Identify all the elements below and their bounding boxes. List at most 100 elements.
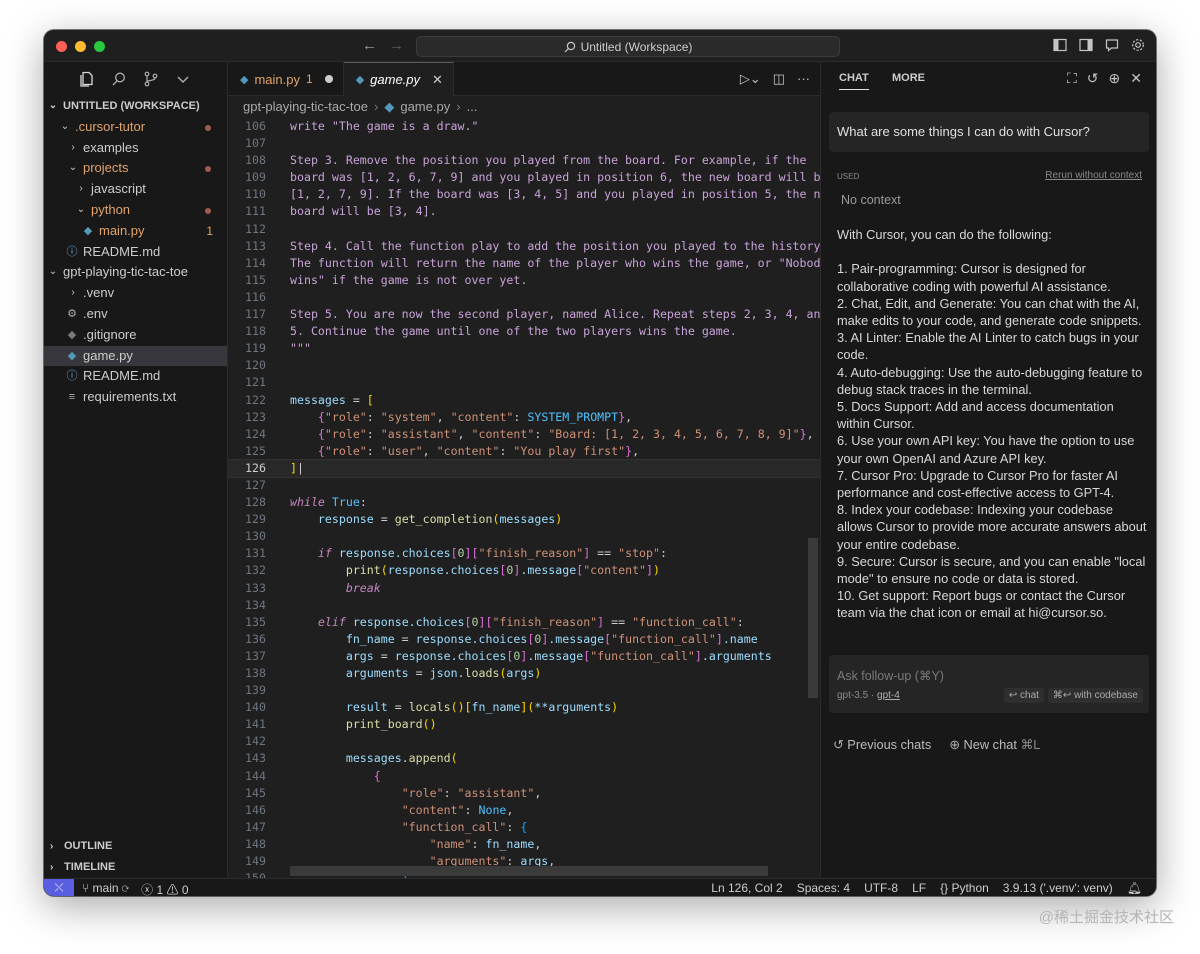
code-line[interactable]: 129 response = get_completion(messages) [228, 511, 820, 528]
code-line[interactable]: 118 5. Continue the game until one of the… [228, 323, 820, 340]
codebase-send-button[interactable]: ⌘↩ with codebase [1047, 688, 1143, 703]
breadcrumb-file[interactable]: game.py [400, 96, 450, 118]
problems-indicator[interactable]: ⓧ 1 ⚠ 0 [141, 881, 188, 896]
timeline-section[interactable]: › TIMELINE [44, 857, 228, 878]
branch-indicator[interactable]: ⑂ main ⟳ [82, 881, 129, 896]
line-ending[interactable]: LF [912, 881, 926, 895]
tree-item-examples[interactable]: › examples [44, 138, 227, 159]
chat-send-button[interactable]: ↩ chat [1003, 688, 1044, 703]
scrollbar-thumb[interactable] [808, 538, 818, 698]
tab-main-py[interactable]: ◆ main.py 1 [228, 62, 344, 96]
code-line[interactable]: 126]| [228, 458, 820, 478]
close-icon[interactable]: ✕ [1130, 70, 1142, 87]
language-mode[interactable]: {} Python [940, 881, 989, 895]
remote-indicator-icon[interactable]: ⤬ [44, 879, 74, 896]
fullscreen-icon[interactable]: ⛶ [1067, 70, 1077, 87]
code-line[interactable]: 112 [228, 221, 820, 238]
tab-chat[interactable]: CHAT [839, 72, 869, 90]
split-editor-icon[interactable]: ◫ [773, 71, 785, 87]
code-line[interactable]: 147 "function_call": { [228, 819, 820, 836]
more-actions-icon[interactable]: ··· [797, 71, 810, 87]
tree-item-gitignore[interactable]: ◆ .gitignore [44, 325, 227, 346]
toggle-secondary-sidebar-icon[interactable] [1078, 37, 1094, 53]
code-line[interactable]: 142 [228, 733, 820, 750]
tree-item-projects[interactable]: ⌄ projects [44, 158, 227, 179]
code-line[interactable]: 130 [228, 528, 820, 545]
notifications-bell-icon[interactable]: 🔔︎ [1127, 881, 1142, 895]
code-line[interactable]: 128 while True: [228, 494, 820, 511]
explorer-files-icon[interactable] [78, 70, 96, 88]
code-editor[interactable]: 106 write "The game is a draw." 107 108 Step… [228, 118, 820, 878]
code-line[interactable]: 127 [228, 477, 820, 494]
history-icon[interactable]: ↺ [1087, 70, 1099, 87]
code-line[interactable]: 136 fn_name = response.choices[0].messag… [228, 631, 820, 648]
command-center-search[interactable]: Untitled (Workspace) [416, 36, 840, 57]
code-line[interactable]: 107 [228, 135, 820, 152]
tree-item-requirements[interactable]: ≡ requirements.txt [44, 387, 227, 408]
chevron-down-icon[interactable] [174, 70, 192, 88]
tree-item-env[interactable]: ⚙ .env [44, 304, 227, 325]
toggle-primary-sidebar-icon[interactable] [1052, 37, 1068, 53]
code-line[interactable]: 119 """ [228, 340, 820, 357]
vertical-scrollbar[interactable] [806, 118, 820, 878]
cursor-position[interactable]: Ln 126, Col 2 [711, 881, 782, 895]
workspace-header[interactable]: ⌄ UNTITLED (WORKSPACE) [44, 96, 227, 117]
tree-item-venv[interactable]: › .venv [44, 283, 227, 304]
python-interpreter[interactable]: 3.9.13 ('.venv': venv) [1003, 881, 1113, 895]
code-line[interactable]: 139 [228, 682, 820, 699]
source-control-icon[interactable] [142, 70, 160, 88]
code-line[interactable]: 138 arguments = json.loads(args) [228, 665, 820, 682]
sync-icon[interactable]: ⟳ [122, 881, 129, 895]
code-line[interactable]: 145 "role": "assistant", [228, 785, 820, 802]
code-line[interactable]: 137 args = response.choices[0].message["… [228, 648, 820, 665]
encoding[interactable]: UTF-8 [864, 881, 898, 895]
tree-item-cursor-tutor[interactable]: ⌄ .cursor-tutor [44, 117, 227, 138]
tree-item-readme[interactable]: ⓘ README.md [44, 366, 227, 387]
code-line[interactable]: 144 { [228, 768, 820, 785]
tree-item-readme[interactable]: ⓘ README.md [44, 242, 227, 263]
run-icon[interactable]: ▷⌄ [740, 71, 761, 87]
code-line[interactable]: 110 [1, 2, 7, 9]. If the board was [3, 4,… [228, 186, 820, 203]
code-line[interactable]: 148 "name": fn_name, [228, 836, 820, 853]
tree-item-gpt-playing-tic-tac-toe[interactable]: ⌄ gpt-playing-tic-tac-toe [44, 262, 227, 283]
tab-more[interactable]: MORE [892, 72, 925, 84]
code-line[interactable]: 140 result = locals()[fn_name](**argumen… [228, 699, 820, 716]
close-window-button[interactable] [56, 41, 67, 52]
forward-arrow-icon[interactable]: → [389, 37, 404, 54]
tree-item-game-py[interactable]: ◆ game.py [44, 345, 227, 367]
search-icon[interactable] [110, 70, 128, 88]
code-line[interactable]: 116 [228, 289, 820, 306]
model-option-selected[interactable]: gpt-4 [877, 690, 900, 701]
model-option[interactable]: gpt-3.5 [837, 690, 868, 701]
code-line[interactable]: 115 wins" if the game is not over yet. [228, 272, 820, 289]
new-chat-button[interactable]: ⊕ New chat ⌘L [949, 737, 1040, 753]
settings-gear-icon[interactable] [1130, 37, 1146, 53]
tab-game-py[interactable]: ◆ game.py ✕ [343, 62, 454, 96]
breadcrumb-symbol[interactable]: ... [467, 96, 478, 118]
model-selector[interactable]: gpt-3.5 · gpt-4 [837, 690, 900, 701]
code-line[interactable]: 120 [228, 357, 820, 374]
tree-item-python[interactable]: ⌄ python [44, 200, 227, 221]
code-line[interactable]: 113 Step 4. Call the function play to add… [228, 238, 820, 255]
code-line[interactable]: 106 write "The game is a draw." [228, 118, 820, 135]
followup-input[interactable]: Ask follow-up (⌘Y) gpt-3.5 · gpt-4 ↩ cha… [829, 655, 1149, 713]
code-line[interactable]: 134 [228, 597, 820, 614]
rerun-without-context-link[interactable]: Rerun without context [1045, 170, 1142, 181]
back-arrow-icon[interactable]: ← [362, 37, 377, 54]
code-line[interactable]: 133 break [228, 580, 820, 597]
code-line[interactable]: 108 Step 3. Remove the position you playe… [228, 152, 820, 169]
code-line[interactable]: 143 messages.append( [228, 750, 820, 767]
code-line[interactable]: 114 The function will return the name of … [228, 255, 820, 272]
tree-item-javascript[interactable]: › javascript [44, 179, 227, 200]
previous-chats-button[interactable]: ↺ Previous chats [833, 737, 931, 753]
code-line[interactable]: 123 {"role": "system", "content": SYSTEM… [228, 409, 820, 426]
add-icon[interactable]: ⊕ [1109, 70, 1121, 87]
code-line[interactable]: 125 {"role": "user", "content": "You pla… [228, 443, 820, 460]
close-icon[interactable]: ✕ [432, 72, 443, 88]
breadcrumb-folder[interactable]: gpt-playing-tic-tac-toe [243, 96, 368, 118]
code-line[interactable]: 146 "content": None, [228, 802, 820, 819]
indentation[interactable]: Spaces: 4 [797, 881, 850, 895]
horizontal-scrollbar[interactable] [290, 866, 768, 876]
code-line[interactable]: 121 [228, 374, 820, 391]
code-line[interactable]: 117 Step 5. You are now the second player… [228, 306, 820, 323]
